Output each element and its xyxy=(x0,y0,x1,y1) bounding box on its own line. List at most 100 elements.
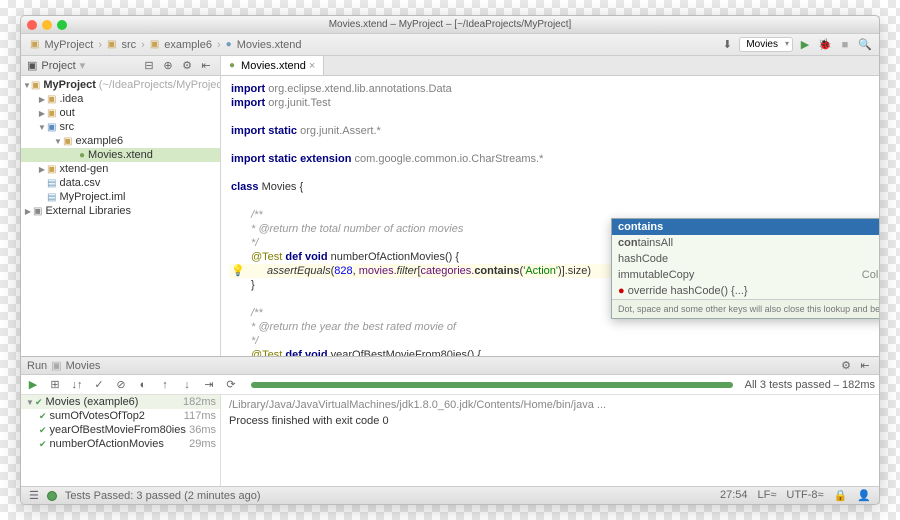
ok-icon: ✔ xyxy=(39,439,47,450)
run-config-label: Movies xyxy=(66,360,101,372)
ok-icon: ✔ xyxy=(35,397,43,408)
completion-item[interactable]: hashCodeSet.java xyxy=(612,251,879,267)
status-tests-icon[interactable]: ☰ xyxy=(29,489,39,502)
tree-item[interactable]: ▼▣src xyxy=(21,120,220,134)
test-item[interactable]: ✔sumOfVotesOfTop2117ms xyxy=(21,409,220,423)
project-tree: ▼▣MyProject (~/IdeaProjects/MyProject) ▶… xyxy=(21,76,220,356)
test-item[interactable]: ✔yearOfBestMovieFrom80ies36ms xyxy=(21,423,220,437)
rerun-button[interactable]: ▶ xyxy=(25,377,41,393)
test-tree: ▼✔Movies (example6)182ms ✔sumOfVotesOfTo… xyxy=(21,395,221,486)
tree-root[interactable]: ▼▣MyProject (~/IdeaProjects/MyProject) xyxy=(21,78,220,92)
run-body: ▼✔Movies (example6)182ms ✔sumOfVotesOfTo… xyxy=(21,395,879,486)
toggle-tree-icon[interactable]: ⊞ xyxy=(47,377,63,393)
test-item[interactable]: ✔numberOfActionMovies29ms xyxy=(21,437,220,451)
sort-icon[interactable]: ↓↑ xyxy=(69,377,85,393)
main-area: ▣ Project ▾ ⊟ ⊕ ⚙ ⇤ ▼▣MyProject (~/IdeaP… xyxy=(21,56,879,486)
upper-split: ▣ Project ▾ ⊟ ⊕ ⚙ ⇤ ▼▣MyProject (~/IdeaP… xyxy=(21,56,879,356)
tree-item[interactable]: ▤MyProject.iml xyxy=(21,190,220,204)
toggle-readonly-icon[interactable]: 🔒 xyxy=(834,489,848,502)
close-tab-icon[interactable]: × xyxy=(309,60,315,72)
gear-icon[interactable]: ⚙ xyxy=(838,358,854,374)
csv-file-icon: ▤ xyxy=(47,178,56,189)
prev-test-icon[interactable]: ↑ xyxy=(157,377,173,393)
editor-tab-bar: ● Movies.xtend × xyxy=(221,56,879,76)
tree-item[interactable]: ▶▣.idea xyxy=(21,92,220,106)
titlebar: Movies.xtend – MyProject – [~/IdeaProjec… xyxy=(21,16,879,34)
hector-icon[interactable]: 👤 xyxy=(857,489,871,502)
chevron-right-icon: › xyxy=(141,39,145,51)
run-button[interactable]: ▶ xyxy=(797,37,813,53)
folder-icon: ▣ xyxy=(150,39,159,50)
console-exit: Process finished with exit code 0 xyxy=(229,415,871,427)
breadcrumb: ▣MyProject › ▣src › ▣example6 › ●Movies.… xyxy=(27,38,305,52)
tests-passed-icon xyxy=(47,491,57,501)
completion-item[interactable]: containsAllSet.java xyxy=(612,235,879,251)
breadcrumb-item[interactable]: ▣MyProject xyxy=(27,38,96,52)
project-panel-header: ▣ Project ▾ ⊟ ⊕ ⚙ ⇤ xyxy=(21,56,220,76)
file-encoding[interactable]: UTF-8≈ xyxy=(786,489,823,502)
status-bar: ☰ Tests Passed: 3 passed (2 minutes ago)… xyxy=(21,486,879,504)
folder-icon: ▣ xyxy=(47,164,56,175)
caret-position[interactable]: 27:54 xyxy=(720,489,748,502)
run-toolbar: ▶ ⊞ ↓↑ ✓ ⊘ ◐ ↑ ↓ ⇥ ⟳ All 3 tests passed … xyxy=(21,375,879,395)
src-folder-icon: ▣ xyxy=(47,122,56,133)
chevron-right-icon: › xyxy=(217,39,221,51)
test-progress-bar xyxy=(251,382,733,388)
breadcrumb-item[interactable]: ▣example6 xyxy=(147,38,215,52)
library-icon: ▣ xyxy=(33,206,42,217)
collapse-icon[interactable]: ⊟ xyxy=(141,58,157,74)
ok-icon: ✔ xyxy=(39,411,47,422)
tree-item[interactable]: ▼▣example6 xyxy=(21,134,220,148)
run-tab-label[interactable]: Run xyxy=(27,360,47,372)
build-icon[interactable]: ⬇ xyxy=(719,37,735,53)
history-icon[interactable]: ⟳ xyxy=(223,377,239,393)
completion-popup: containsSet.java containsAllSet.java has… xyxy=(611,218,879,319)
run-config-dropdown[interactable]: Movies xyxy=(739,37,793,52)
file-icon: ● xyxy=(226,39,232,50)
filter-ignored-icon[interactable]: ⊘ xyxy=(113,377,129,393)
hide-icon[interactable]: ⇤ xyxy=(857,358,873,374)
iml-file-icon: ▤ xyxy=(47,192,56,203)
intention-bulb-icon[interactable]: 💡 xyxy=(231,264,243,278)
debug-button[interactable]: 🐞 xyxy=(817,37,833,53)
status-text: Tests Passed: 3 passed (2 minutes ago) xyxy=(65,490,261,502)
panel-title: Project xyxy=(41,60,75,72)
code-editor[interactable]: import org.eclipse.xtend.lib.annotations… xyxy=(221,76,879,356)
tree-item[interactable]: ▶▣xtend-gen xyxy=(21,162,220,176)
panel-pin-icon[interactable]: ▣ xyxy=(27,59,37,72)
console-output[interactable]: /Library/Java/JavaVirtualMachines/jdk1.8… xyxy=(221,395,879,486)
tree-item-movies[interactable]: ●Movies.xtend xyxy=(21,148,220,162)
target-icon[interactable]: ⊕ xyxy=(160,58,176,74)
gear-icon[interactable]: ⚙ xyxy=(179,58,195,74)
editor-tab[interactable]: ● Movies.xtend × xyxy=(221,56,324,75)
search-icon[interactable]: 🔍 xyxy=(857,37,873,53)
test-root[interactable]: ▼✔Movies (example6)182ms xyxy=(21,395,220,409)
completion-hint: Dot, space and some other keys will also… xyxy=(612,299,879,318)
next-test-icon[interactable]: ↓ xyxy=(179,377,195,393)
stop-button[interactable]: ■ xyxy=(837,37,853,53)
breadcrumb-item[interactable]: ●Movies.xtend xyxy=(223,38,305,52)
tab-label: Movies.xtend xyxy=(241,60,306,72)
folder-icon: ▣ xyxy=(31,80,40,91)
filter-passed-icon[interactable]: ✓ xyxy=(91,377,107,393)
main-toolbar: ▣MyProject › ▣src › ▣example6 › ●Movies.… xyxy=(21,34,879,56)
xtend-file-icon: ● xyxy=(229,60,235,71)
completion-item[interactable]: ● override hashCode() {...}Object xyxy=(612,283,879,299)
completion-item[interactable]: immutableCopyCollectionExtensions.class xyxy=(612,267,879,283)
editor-area: ● Movies.xtend × import org.eclipse.xten… xyxy=(221,56,879,356)
package-icon: ▣ xyxy=(63,136,72,147)
ide-window: Movies.xtend – MyProject – [~/IdeaProjec… xyxy=(20,15,880,505)
breadcrumb-item[interactable]: ▣src xyxy=(104,38,139,52)
show-stats-icon[interactable]: ◐ xyxy=(135,377,151,393)
tree-item[interactable]: ▶▣out xyxy=(21,106,220,120)
completion-item[interactable]: containsSet.java xyxy=(612,219,879,235)
export-icon[interactable]: ⇥ xyxy=(201,377,217,393)
hide-icon[interactable]: ⇤ xyxy=(198,58,214,74)
tree-item[interactable]: ▤data.csv xyxy=(21,176,220,190)
ok-icon: ✔ xyxy=(39,425,47,436)
line-separator[interactable]: LF≈ xyxy=(758,489,777,502)
test-summary: All 3 tests passed – 182ms xyxy=(745,379,875,391)
project-sidebar: ▣ Project ▾ ⊟ ⊕ ⚙ ⇤ ▼▣MyProject (~/IdeaP… xyxy=(21,56,221,356)
tree-item-extlib[interactable]: ▶▣External Libraries xyxy=(21,204,220,218)
window-title: Movies.xtend – MyProject – [~/IdeaProjec… xyxy=(21,19,879,30)
